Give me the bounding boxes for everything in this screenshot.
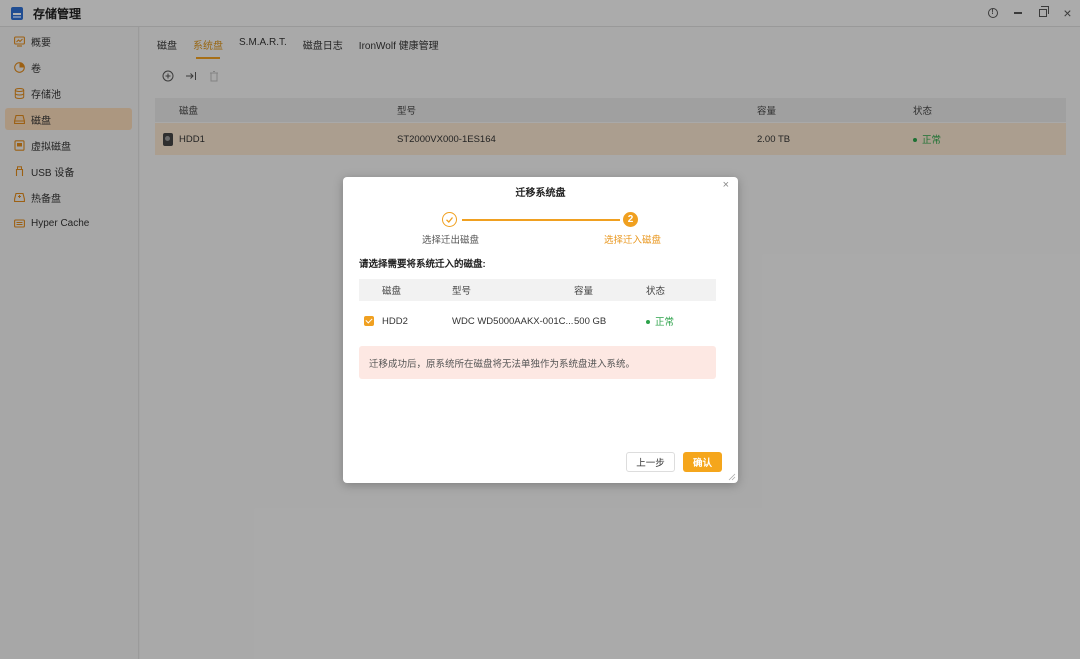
disk-model: WDC WD5000AAKX-001C...	[452, 315, 574, 327]
table-row[interactable]: HDD2 WDC WD5000AAKX-001C... 500 GB 正常	[359, 301, 716, 341]
step-2-label: 选择迁入磁盘	[604, 235, 662, 246]
step-progress-line	[462, 219, 620, 221]
previous-step-button[interactable]: 上一步	[626, 452, 675, 472]
disk-capacity: 500 GB	[574, 315, 607, 327]
status-dot-icon	[646, 320, 650, 325]
confirm-button[interactable]: 确认	[683, 452, 722, 472]
step-1-label: 选择迁出磁盘	[422, 235, 480, 246]
disk-select-checkbox[interactable]	[364, 316, 374, 326]
step-2-indicator: 2	[623, 212, 638, 227]
disk-status-text: 正常	[655, 317, 675, 328]
column-header-capacity: 容量	[574, 286, 594, 297]
dialog-prompt: 请选择需要将系统迁入的磁盘:	[359, 259, 486, 270]
migrate-system-disk-dialog: 迁移系统盘 × 2 选择迁出磁盘 选择迁入磁盘 请选择需要将系统迁入的磁盘: 磁…	[343, 177, 738, 483]
column-header-disk: 磁盘	[382, 286, 402, 297]
column-header-status: 状态	[646, 286, 666, 297]
warning-text: 迁移成功后，原系统所在磁盘将无法单独作为系统盘进入系统。	[369, 358, 636, 370]
warning-message: 迁移成功后，原系统所在磁盘将无法单独作为系统盘进入系统。	[359, 346, 716, 379]
target-disk-table: 磁盘 型号 容量 状态 HDD2 WDC WD5000AAKX-001C... …	[359, 279, 716, 341]
disk-name: HDD2	[382, 315, 408, 327]
close-icon: ×	[722, 179, 729, 191]
table-header: 磁盘 型号 容量 状态	[359, 279, 716, 301]
step-1-indicator	[442, 212, 457, 227]
dialog-close-button[interactable]: ×	[723, 179, 729, 191]
checkmark-icon	[446, 217, 454, 223]
resize-grip-icon[interactable]	[728, 473, 736, 481]
column-header-model: 型号	[452, 286, 472, 297]
disk-status: 正常	[646, 314, 674, 328]
dialog-title: 迁移系统盘	[515, 188, 566, 199]
